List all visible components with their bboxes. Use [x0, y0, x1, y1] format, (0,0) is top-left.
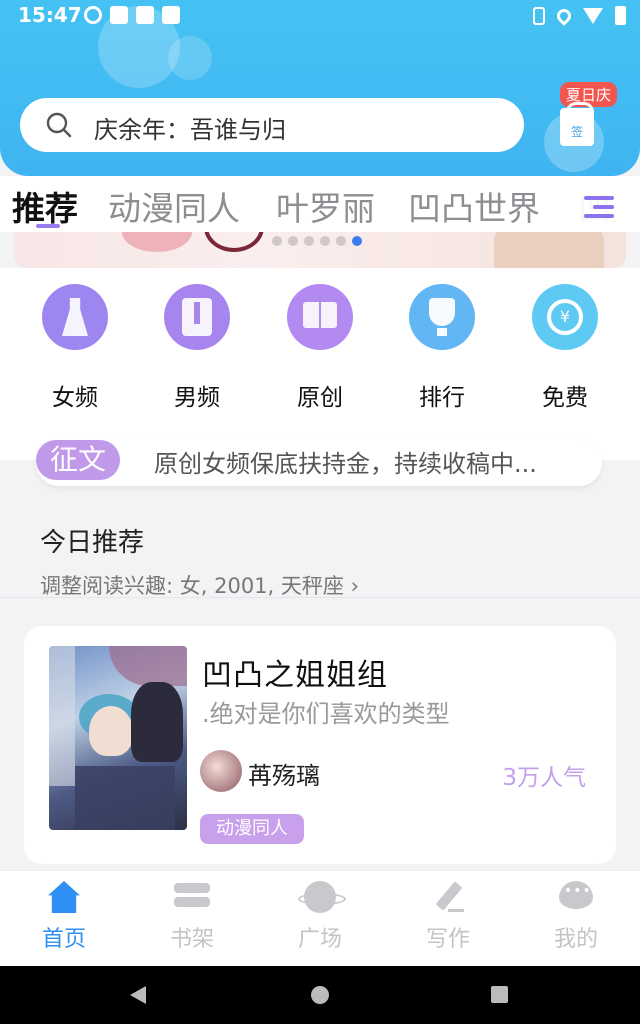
vibrate-icon — [533, 6, 545, 25]
status-icons — [533, 5, 626, 26]
category-label: 男频 — [174, 385, 220, 411]
category-free[interactable]: ¥ 免费 — [520, 284, 610, 412]
carousel-dots — [272, 236, 362, 246]
chat-bubble-icon — [558, 881, 594, 913]
bottom-navigation: 首页 书架 广场 写作 我的 — [0, 870, 640, 966]
system-navigation-bar — [0, 966, 640, 1024]
popularity-count: 3万人气 — [502, 765, 586, 791]
gift-checkin-icon: 签 — [560, 102, 594, 146]
category-original[interactable]: 原创 — [275, 284, 365, 412]
decor-bubble — [168, 36, 212, 80]
banner-carousel[interactable] — [14, 232, 626, 268]
status-bar: 15:47 — [0, 0, 640, 30]
category-label: 女频 — [52, 385, 98, 411]
category-ranking[interactable]: 排行 — [397, 284, 487, 412]
carousel-dot — [304, 236, 314, 246]
banner-art — [204, 232, 264, 252]
dress-icon — [42, 284, 108, 350]
nav-label: 书架 — [169, 927, 214, 952]
coin-icon: ¥ — [532, 284, 598, 350]
pencil-icon — [430, 881, 466, 913]
book-cover[interactable] — [49, 646, 187, 830]
book-icon — [287, 284, 353, 350]
nav-plaza[interactable]: 广场 — [265, 881, 375, 953]
genre-tag[interactable]: 动漫同人 — [200, 814, 304, 844]
notice-text: 原创女频保底扶持金，持续收稿中... — [154, 450, 537, 478]
nav-mine[interactable]: 我的 — [521, 881, 631, 953]
notification-icon — [162, 6, 180, 24]
shirt-icon — [164, 284, 230, 350]
carousel-dot — [320, 236, 330, 246]
category-label: 免费 — [542, 385, 588, 411]
notification-icon — [110, 6, 128, 24]
carousel-dot — [336, 236, 346, 246]
checkin-button[interactable]: 夏日庆 签 — [548, 82, 630, 162]
nav-label: 首页 — [41, 927, 86, 952]
tab-aotu-world[interactable]: 凹凸世界 — [408, 182, 540, 230]
location-icon — [554, 5, 574, 26]
planet-icon — [298, 881, 346, 913]
nav-write[interactable]: 写作 — [393, 881, 503, 953]
search-icon — [46, 112, 72, 138]
sync-icon — [84, 6, 102, 24]
trophy-icon — [409, 284, 475, 350]
category-male[interactable]: 男频 — [152, 284, 242, 412]
contest-notice[interactable]: 征文 原创女频保底扶持金，持续收稿中... — [36, 440, 602, 486]
home-icon — [46, 881, 82, 913]
nav-label: 写作 — [425, 927, 470, 952]
carousel-dot — [288, 236, 298, 246]
back-icon[interactable] — [130, 986, 146, 1004]
top-header: 15:47 庆余年：吾谁与归 夏日庆 签 — [0, 0, 640, 176]
tab-recommend[interactable]: 推荐 — [12, 182, 78, 230]
notice-tag: 征文 — [36, 440, 120, 480]
nav-home[interactable]: 首页 — [9, 881, 119, 953]
divider — [0, 597, 640, 598]
quick-categories: 女频 男频 原创 排行 ¥ 免费 — [0, 268, 640, 460]
tab-anime[interactable]: 动漫同人 — [108, 182, 240, 230]
banner-art — [494, 232, 604, 268]
category-label: 原创 — [297, 385, 343, 411]
tab-yeloli[interactable]: 叶罗丽 — [276, 182, 375, 230]
recent-apps-icon[interactable] — [491, 986, 508, 1003]
category-female[interactable]: 女频 — [30, 284, 120, 412]
menu-icon — [584, 196, 614, 218]
tab-more-button[interactable] — [578, 182, 640, 230]
carousel-dot-active — [352, 236, 362, 246]
book-card[interactable]: 凹凸之姐姐组 .绝对是你们喜欢的类型 苒殇璃 3万人气 动漫同人 — [24, 626, 616, 864]
category-label: 排行 — [419, 385, 465, 411]
book-description: .绝对是你们喜欢的类型 — [202, 700, 450, 728]
bookshelf-icon — [174, 881, 210, 913]
home-circle-icon[interactable] — [311, 986, 329, 1004]
nav-label: 我的 — [553, 927, 598, 952]
author-name[interactable]: 苒殇璃 — [248, 756, 320, 791]
reading-interest-link[interactable]: 调整阅读兴趣: 女, 2001, 天秤座 › — [40, 570, 359, 600]
section-title: 今日推荐 — [40, 528, 145, 558]
active-tab-indicator — [36, 224, 60, 228]
carousel-dot — [272, 236, 282, 246]
avatar[interactable] — [200, 750, 242, 792]
category-tabs: 推荐 动漫同人 叶罗丽 凹凸世界 凹 — [0, 176, 640, 232]
nav-bookshelf[interactable]: 书架 — [137, 881, 247, 953]
book-title[interactable]: 凹凸之姐姐组 — [202, 650, 388, 694]
search-bar[interactable]: 庆余年：吾谁与归 — [20, 98, 524, 152]
notification-icon — [136, 6, 154, 24]
battery-icon — [615, 6, 626, 25]
search-placeholder: 庆余年：吾谁与归 — [94, 116, 286, 144]
nav-label: 广场 — [297, 927, 342, 952]
banner-art — [122, 232, 192, 252]
status-time: 15:47 — [18, 3, 82, 27]
wifi-icon — [583, 7, 603, 24]
